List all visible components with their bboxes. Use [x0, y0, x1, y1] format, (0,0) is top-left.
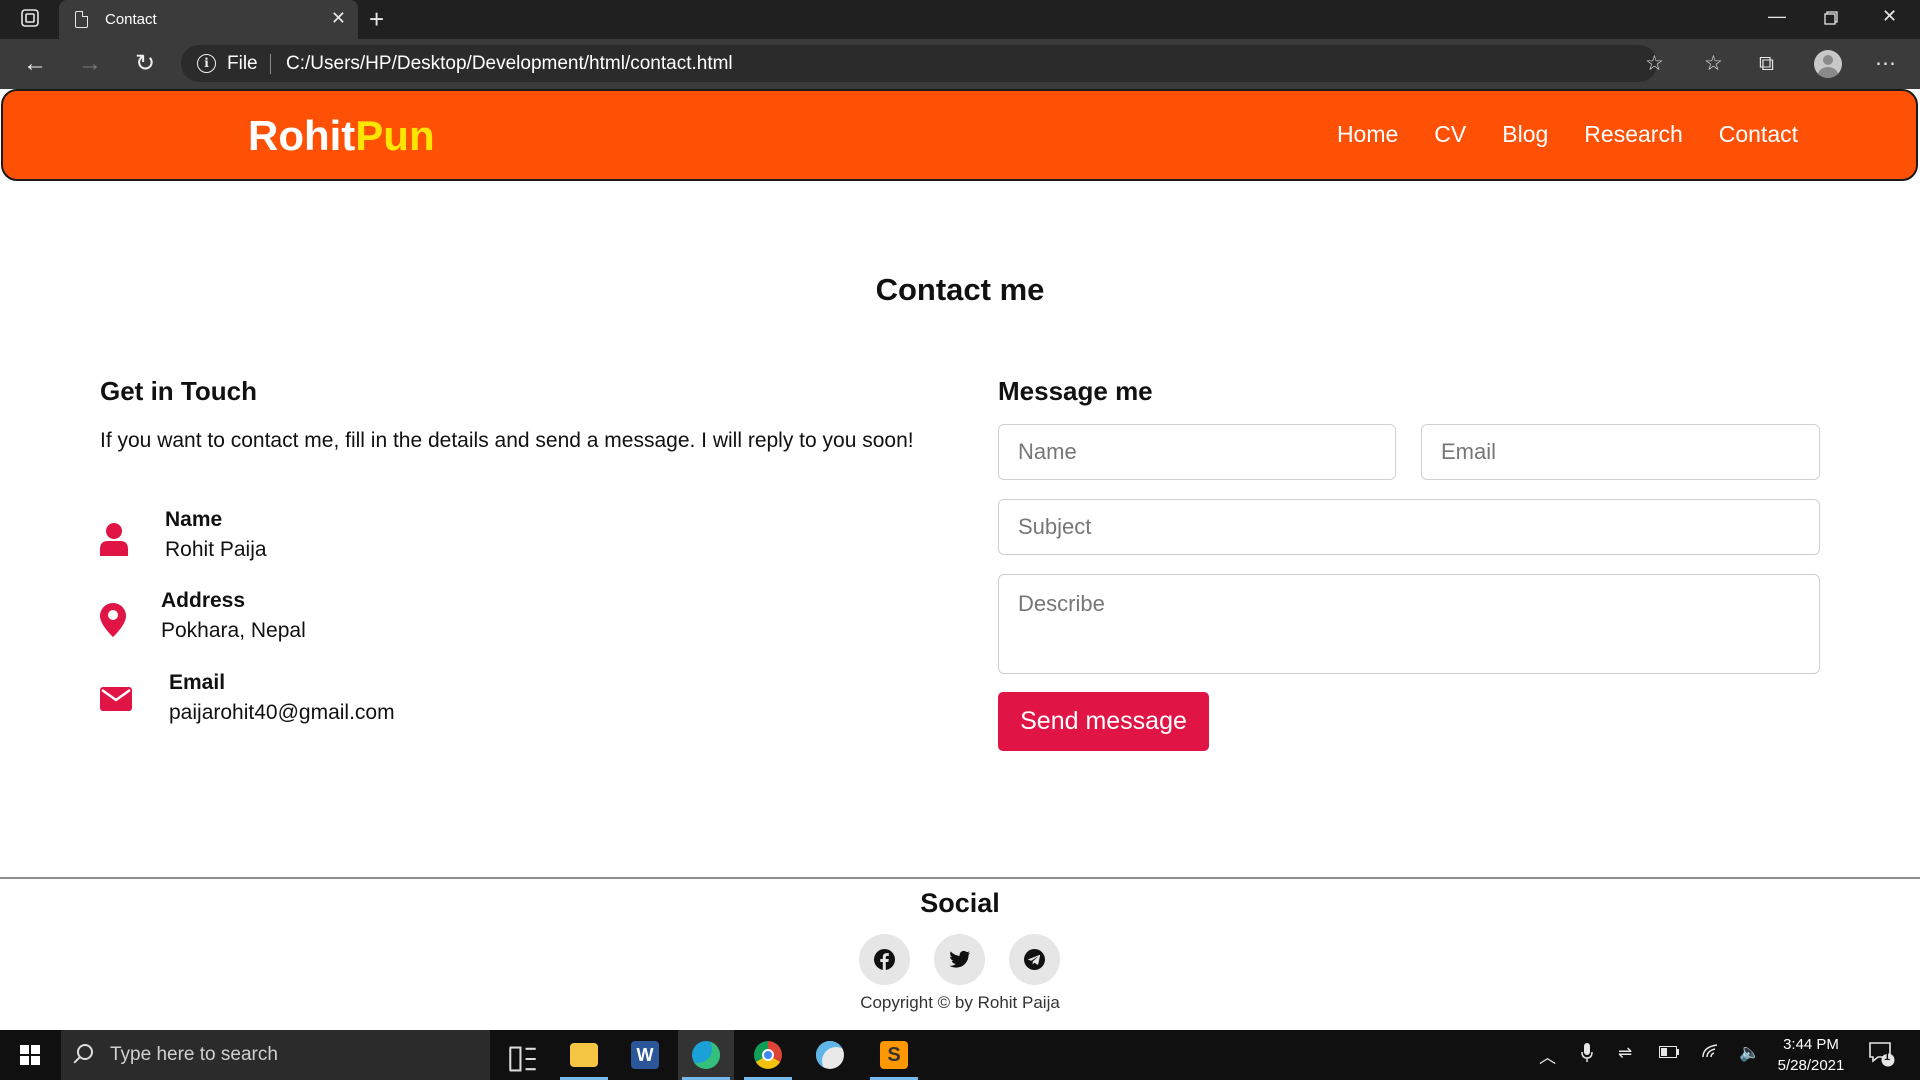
page-title: Contact me — [875, 272, 1045, 307]
notification-count: 1 — [1884, 1051, 1891, 1063]
show-hidden-icons[interactable]: ︿ — [1539, 1043, 1556, 1068]
info-email-value: paijarohit40@gmail.com — [169, 701, 395, 724]
chrome-icon[interactable] — [740, 1030, 796, 1080]
microphone-icon[interactable] — [1581, 1043, 1593, 1068]
address-separator — [270, 54, 271, 74]
telegram-icon[interactable] — [1009, 934, 1060, 985]
info-email-label: Email — [169, 671, 226, 694]
footer-divider — [0, 877, 1920, 879]
main-nav: Home CV Blog Research Contact — [1337, 121, 1798, 148]
minimize-icon[interactable]: — — [1768, 6, 1786, 27]
facebook-icon[interactable] — [859, 934, 910, 985]
send-message-button[interactable]: Send message — [998, 692, 1209, 751]
get-in-touch-heading: Get in Touch — [100, 376, 257, 406]
social-title: Social — [920, 888, 1000, 918]
tab-close-icon[interactable]: ✕ — [331, 8, 346, 29]
name-placeholder: Name — [1018, 439, 1077, 464]
forward-icon[interactable]: → — [75, 49, 105, 79]
collections-icon[interactable]: ⧉ — [1759, 51, 1774, 77]
tab-actions-icon[interactable] — [19, 9, 41, 31]
page-icon — [75, 11, 88, 28]
refresh-icon[interactable]: ↻ — [130, 49, 160, 79]
browser-tab-bar: Contact ✕ + — ✕ — [0, 0, 1920, 39]
info-name-value: Rohit Paija — [165, 538, 267, 561]
clock-date: 5/28/2021 — [1777, 1057, 1845, 1074]
email-field[interactable]: Email — [1421, 424, 1820, 480]
search-icon — [77, 1044, 93, 1060]
add-favorite-icon[interactable]: ☆ — [1645, 51, 1664, 77]
notifications-icon[interactable]: 1 — [1869, 1041, 1895, 1072]
close-window-icon[interactable]: ✕ — [1882, 6, 1897, 27]
get-in-touch-section: Get in Touch If you want to contact me, … — [100, 376, 940, 724]
nav-cv[interactable]: CV — [1434, 121, 1466, 148]
get-in-touch-lead: If you want to contact me, fill in the d… — [100, 429, 914, 452]
windows-start-icon[interactable] — [20, 1045, 40, 1065]
sublime-text-icon[interactable]: S — [866, 1030, 922, 1080]
info-name-label: Name — [165, 508, 223, 531]
address-scheme: File — [227, 53, 258, 74]
message-form: Message me Name Email Subject Describe S… — [998, 376, 1820, 751]
file-explorer-icon[interactable] — [556, 1030, 612, 1080]
info-address-label: Address — [161, 589, 246, 612]
address-url[interactable]: C:/Users/HP/Desktop/Development/html/con… — [286, 53, 733, 75]
site-header: RohitPun Home CV Blog Research Contact — [1, 89, 1918, 181]
copyright-text: Copyright © by Rohit Paija — [860, 993, 1060, 1012]
info-icon[interactable]: i — [197, 54, 216, 73]
taskbar-search-placeholder: Type here to search — [110, 1044, 278, 1065]
taskbar-search[interactable]: Type here to search — [61, 1030, 490, 1080]
volume-icon[interactable]: 🔈 — [1739, 1043, 1760, 1063]
brand-logo[interactable]: RohitPun — [248, 112, 435, 160]
browser-toolbar: ← → ↻ i File C:/Users/HP/Desktop/Develop… — [0, 39, 1920, 89]
info-address-value: Pokhara, Nepal — [161, 619, 306, 642]
browser-tab[interactable]: Contact ✕ — [59, 0, 358, 39]
restore-icon[interactable] — [1824, 9, 1838, 30]
map-pin-icon — [100, 603, 134, 637]
describe-textarea[interactable]: Describe — [998, 574, 1820, 674]
envelope-icon — [100, 687, 134, 721]
nav-home[interactable]: Home — [1337, 121, 1398, 148]
message-me-heading: Message me — [998, 376, 1153, 406]
twitter-icon[interactable] — [934, 934, 985, 985]
email-placeholder: Email — [1441, 439, 1497, 464]
new-tab-icon[interactable]: + — [369, 4, 384, 35]
name-field[interactable]: Name — [998, 424, 1396, 480]
nav-contact[interactable]: Contact — [1719, 121, 1798, 148]
battery-icon[interactable] — [1659, 1043, 1679, 1063]
language-icon[interactable]: ⇌ — [1618, 1043, 1632, 1063]
subject-field[interactable]: Subject — [998, 499, 1820, 555]
task-view-icon[interactable] — [492, 1030, 548, 1080]
favorites-icon[interactable]: ☆ — [1704, 51, 1723, 77]
profile-avatar[interactable] — [1814, 50, 1842, 78]
more-icon[interactable]: ⋯ — [1875, 51, 1896, 77]
brand-accent: Pun — [355, 112, 435, 159]
wifi-icon[interactable] — [1701, 1043, 1721, 1064]
word-icon[interactable]: W — [617, 1030, 673, 1080]
subject-placeholder: Subject — [1018, 514, 1092, 539]
describe-placeholder: Describe — [1018, 591, 1105, 616]
nav-blog[interactable]: Blog — [1502, 121, 1548, 148]
clock-time: 3:44 PM — [1783, 1036, 1839, 1053]
tab-title: Contact — [105, 11, 157, 28]
taskbar-clock[interactable]: 3:44 PM 5/28/2021 — [1770, 1034, 1852, 1076]
edge-icon[interactable] — [678, 1030, 734, 1080]
nav-research[interactable]: Research — [1584, 121, 1682, 148]
address-bar[interactable]: i File C:/Users/HP/Desktop/Development/h… — [181, 45, 1657, 82]
brand-main: Rohit — [248, 112, 356, 159]
paint-icon[interactable] — [802, 1030, 858, 1080]
user-icon — [100, 522, 134, 556]
back-icon[interactable]: ← — [20, 49, 50, 79]
